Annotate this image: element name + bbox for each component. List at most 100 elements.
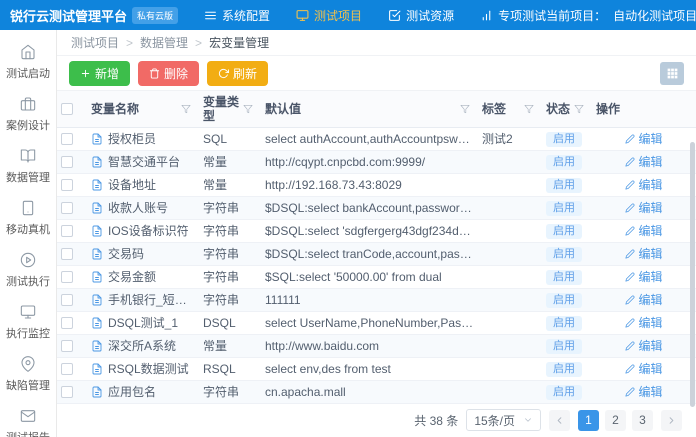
top-nav-item-专项测试[interactable]: 专项测试 <box>480 7 546 24</box>
column-header-action: 操作 <box>592 91 696 128</box>
filter-icon[interactable] <box>181 104 191 114</box>
status-badge[interactable]: 启用 <box>546 362 582 377</box>
edit-button[interactable]: 编辑 <box>625 293 662 307</box>
row-checkbox[interactable] <box>61 156 73 168</box>
edit-button[interactable]: 编辑 <box>625 155 662 169</box>
row-checkbox[interactable] <box>61 225 73 237</box>
row-checkbox[interactable] <box>61 363 73 375</box>
home-icon <box>20 44 36 60</box>
edit-button[interactable]: 编辑 <box>625 178 662 192</box>
breadcrumb: 测试项目>数据管理>宏变量管理 <box>57 30 696 56</box>
edit-button[interactable]: 编辑 <box>625 316 662 330</box>
row-checkbox[interactable] <box>61 202 73 214</box>
column-settings-button[interactable] <box>660 62 684 85</box>
row-checkbox[interactable] <box>61 248 73 260</box>
edit-button[interactable]: 编辑 <box>625 270 662 284</box>
table-row: 应用包名字符串cn.apacha.mall启用编辑 <box>57 381 696 404</box>
status-badge[interactable]: 启用 <box>546 132 582 147</box>
play-circle-icon <box>20 252 36 268</box>
row-checkbox[interactable] <box>61 294 73 306</box>
table-row: DSQL测试_1DSQLselect UserName,PhoneNumber,… <box>57 312 696 335</box>
default-value: $DSQL:select tranCode,account,password f… <box>261 243 478 266</box>
prev-page-button[interactable] <box>549 410 570 431</box>
status-badge[interactable]: 启用 <box>546 224 582 239</box>
top-nav-item-测试资源[interactable]: 测试资源 <box>388 7 454 24</box>
total-count: 共 38 条 <box>414 412 458 429</box>
add-button[interactable]: 新增 <box>69 61 130 86</box>
top-nav-item-测试项目[interactable]: 测试项目 <box>296 7 362 24</box>
sidebar-item-缺陷管理[interactable]: 缺陷管理 <box>0 349 56 401</box>
page-button-1[interactable]: 1 <box>578 410 599 431</box>
edit-button[interactable]: 编辑 <box>625 362 662 376</box>
sidebar-item-测试报告[interactable]: 测试报告 <box>0 401 56 437</box>
current-project-name[interactable]: 自动化测试项目|TP-1904- <box>613 7 696 24</box>
row-checkbox[interactable] <box>61 386 73 398</box>
delete-button[interactable]: 删除 <box>138 61 199 86</box>
edit-button[interactable]: 编辑 <box>625 201 662 215</box>
sidebar-item-测试启动[interactable]: 测试启动 <box>0 37 56 89</box>
top-nav: 系统配置 测试项目 测试资源 专项测试 <box>204 7 546 24</box>
select-all-checkbox[interactable] <box>61 103 73 115</box>
edit-button[interactable]: 编辑 <box>625 224 662 238</box>
default-value: cn.apacha.mall <box>261 381 478 404</box>
tag <box>478 266 542 289</box>
filter-icon[interactable] <box>243 104 253 114</box>
default-value: select UserName,PhoneNumber,PassWord fro… <box>261 312 478 335</box>
row-checkbox[interactable] <box>61 133 73 145</box>
page-button-3[interactable]: 3 <box>632 410 653 431</box>
default-value: select authAccount,authAccountpswd from … <box>261 128 478 151</box>
sidebar-item-执行监控[interactable]: 执行监控 <box>0 297 56 349</box>
sidebar-item-案例设计[interactable]: 案例设计 <box>0 89 56 141</box>
tag <box>478 174 542 197</box>
tag <box>478 335 542 358</box>
edit-button[interactable]: 编辑 <box>625 247 662 261</box>
edit-button[interactable]: 编辑 <box>625 339 662 353</box>
tag <box>478 220 542 243</box>
variable-name: 深交所A系统 <box>108 339 176 353</box>
status-badge[interactable]: 启用 <box>546 316 582 331</box>
row-checkbox[interactable] <box>61 271 73 283</box>
next-page-button[interactable] <box>661 410 682 431</box>
table-row: 智慧交通平台常量http://cqypt.cnpcbd.com:9999/启用编… <box>57 151 696 174</box>
breadcrumb-item[interactable]: 数据管理 <box>140 34 188 51</box>
variable-file-icon <box>91 133 103 145</box>
variable-file-icon <box>91 202 103 214</box>
tag <box>478 312 542 335</box>
table-row: 交易金额字符串$SQL:select '50000.00' from dual启… <box>57 266 696 289</box>
variable-name: 应用包名 <box>108 385 156 399</box>
sidebar-item-数据管理[interactable]: 数据管理 <box>0 141 56 193</box>
edit-button[interactable]: 编辑 <box>625 132 662 146</box>
sidebar-item-测试执行[interactable]: 测试执行 <box>0 245 56 297</box>
tag <box>478 289 542 312</box>
edit-button[interactable]: 编辑 <box>625 385 662 399</box>
status-badge[interactable]: 启用 <box>546 247 582 262</box>
default-value: $SQL:select '50000.00' from dual <box>261 266 478 289</box>
table-row: 收款人账号字符串$DSQL:select bankAccount,passwor… <box>57 197 696 220</box>
row-checkbox[interactable] <box>61 179 73 191</box>
status-badge[interactable]: 启用 <box>546 270 582 285</box>
page-size-select[interactable]: 15条/页 <box>466 409 541 431</box>
status-badge[interactable]: 启用 <box>546 178 582 193</box>
status-badge[interactable]: 启用 <box>546 155 582 170</box>
variable-file-icon <box>91 248 103 260</box>
page-button-2[interactable]: 2 <box>605 410 626 431</box>
status-badge[interactable]: 启用 <box>546 293 582 308</box>
refresh-button[interactable]: 刷新 <box>207 61 268 86</box>
status-badge[interactable]: 启用 <box>546 339 582 354</box>
table-row: 交易码字符串$DSQL:select tranCode,account,pass… <box>57 243 696 266</box>
row-checkbox[interactable] <box>61 317 73 329</box>
status-badge[interactable]: 启用 <box>546 201 582 216</box>
filter-icon[interactable] <box>574 104 584 114</box>
table-scrollbar[interactable] <box>690 142 695 407</box>
status-badge[interactable]: 启用 <box>546 385 582 400</box>
filter-icon[interactable] <box>460 104 470 114</box>
sidebar-item-移动真机[interactable]: 移动真机 <box>0 193 56 245</box>
breadcrumb-item[interactable]: 测试项目 <box>71 34 119 51</box>
row-checkbox[interactable] <box>61 340 73 352</box>
tag <box>478 197 542 220</box>
column-header-checkbox <box>57 91 87 128</box>
top-nav-item-系统配置[interactable]: 系统配置 <box>204 7 270 24</box>
filter-icon[interactable] <box>524 104 534 114</box>
variable-name: IOS设备标识符 <box>108 224 189 238</box>
variable-type: 字符串 <box>199 220 261 243</box>
